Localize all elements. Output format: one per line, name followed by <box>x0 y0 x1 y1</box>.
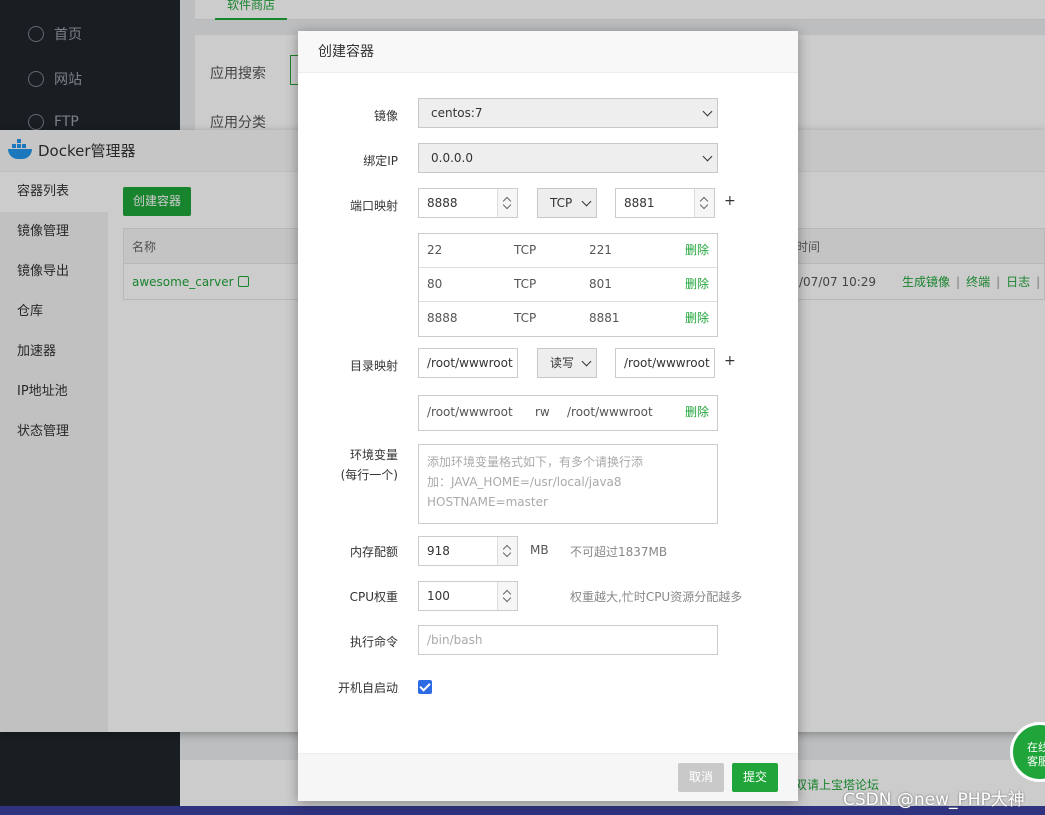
list-item: 8888 TCP 8881 删除 <box>419 302 717 336</box>
container-dir-input[interactable]: /root/wwwroot <box>615 348 715 378</box>
bind-ip-select[interactable]: 0.0.0.0 <box>418 143 718 173</box>
cancel-button[interactable]: 取消 <box>678 763 724 792</box>
port-proto-cell: TCP <box>514 311 537 325</box>
image-select[interactable]: centos:7 <box>418 98 718 128</box>
port-container-cell: 221 <box>589 243 612 257</box>
port-host-cell: 22 <box>427 243 443 257</box>
number-stepper[interactable] <box>694 189 714 217</box>
cpu-input[interactable]: 100 <box>418 581 518 611</box>
port-host-cell: 80 <box>427 277 443 291</box>
list-item: 80 TCP 801 删除 <box>419 268 717 302</box>
host-port-value: 8888 <box>427 196 458 210</box>
number-stepper[interactable] <box>497 537 517 565</box>
submit-button[interactable]: 提交 <box>732 763 778 792</box>
port-map-list: 22 TCP 221 删除 80 TCP 801 删除 8888 TCP 888… <box>418 233 718 337</box>
memory-unit: MB <box>530 543 549 557</box>
port-container-cell: 8881 <box>589 311 620 325</box>
port-host-cell: 8888 <box>427 311 458 325</box>
number-stepper[interactable] <box>497 582 517 610</box>
port-proto-cell: TCP <box>514 277 537 291</box>
dir-map-label: 目录映射 <box>349 359 398 373</box>
cpu-label: CPU权重 <box>349 590 398 604</box>
dir-mode-cell: rw <box>535 405 550 419</box>
chevron-down-icon <box>702 106 713 117</box>
chevron-down-icon <box>581 196 592 207</box>
add-port-button[interactable]: + <box>724 193 736 209</box>
list-item: /root/wwwroot rw /root/wwwroot 删除 <box>419 396 717 430</box>
mode-select[interactable]: 读写 <box>537 348 597 378</box>
autostart-label: 开机自启动 <box>337 681 398 695</box>
watermark: CSDN @new_PHP大神 <box>843 790 1025 810</box>
dialog-title: 创建容器 <box>298 31 798 73</box>
protocol-select[interactable]: TCP <box>537 188 597 218</box>
chevron-down-icon <box>581 356 592 367</box>
memory-hint: 不可超过1837MB <box>570 545 668 559</box>
delete-dir-button[interactable]: 删除 <box>685 396 709 428</box>
dir-container-cell: /root/wwwroot <box>567 405 653 419</box>
command-input[interactable]: /bin/bash <box>418 625 718 655</box>
chevron-down-icon <box>702 151 713 162</box>
dir-map-list: /root/wwwroot rw /root/wwwroot 删除 <box>418 395 718 431</box>
number-stepper[interactable] <box>497 189 517 217</box>
env-textarea[interactable]: 添加环境变量格式如下，有多个请换行添 加：JAVA_HOME=/usr/loca… <box>418 444 718 524</box>
dialog-footer: 取消 提交 <box>298 753 798 801</box>
container-port-input[interactable]: 8881 <box>615 188 715 218</box>
dir-host-cell: /root/wwwroot <box>427 405 513 419</box>
env-label: 环境变量 <box>349 448 398 462</box>
image-select-value: centos:7 <box>431 106 483 120</box>
env-label-hint: (每行一个) <box>340 468 398 482</box>
bind-ip-label: 绑定IP <box>363 154 398 168</box>
add-dir-button[interactable]: + <box>724 353 736 369</box>
cpu-hint: 权重越大,忙时CPU资源分配越多 <box>570 590 743 604</box>
autostart-checkbox[interactable] <box>418 680 432 694</box>
protocol-select-value: TCP <box>550 196 573 210</box>
host-dir-input[interactable]: /root/wwwroot <box>418 348 518 378</box>
bind-ip-select-value: 0.0.0.0 <box>431 151 473 165</box>
memory-value: 918 <box>427 544 450 558</box>
delete-port-button[interactable]: 删除 <box>685 234 709 266</box>
container-port-value: 8881 <box>624 196 655 210</box>
port-container-cell: 801 <box>589 277 612 291</box>
delete-port-button[interactable]: 删除 <box>685 302 709 334</box>
host-port-input[interactable]: 8888 <box>418 188 518 218</box>
port-proto-cell: TCP <box>514 243 537 257</box>
port-map-label: 端口映射 <box>349 199 398 213</box>
command-label: 执行命令 <box>349 635 398 649</box>
delete-port-button[interactable]: 删除 <box>685 268 709 300</box>
cpu-value: 100 <box>427 589 450 603</box>
image-label: 镜像 <box>373 109 398 123</box>
memory-input[interactable]: 918 <box>418 536 518 566</box>
list-item: 22 TCP 221 删除 <box>419 234 717 268</box>
mode-select-value: 读写 <box>550 356 575 370</box>
create-container-dialog: 创建容器 镜像 centos:7 绑定IP 0.0.0.0 端口映射 8888 … <box>298 31 798 801</box>
memory-label: 内存配额 <box>349 545 398 559</box>
